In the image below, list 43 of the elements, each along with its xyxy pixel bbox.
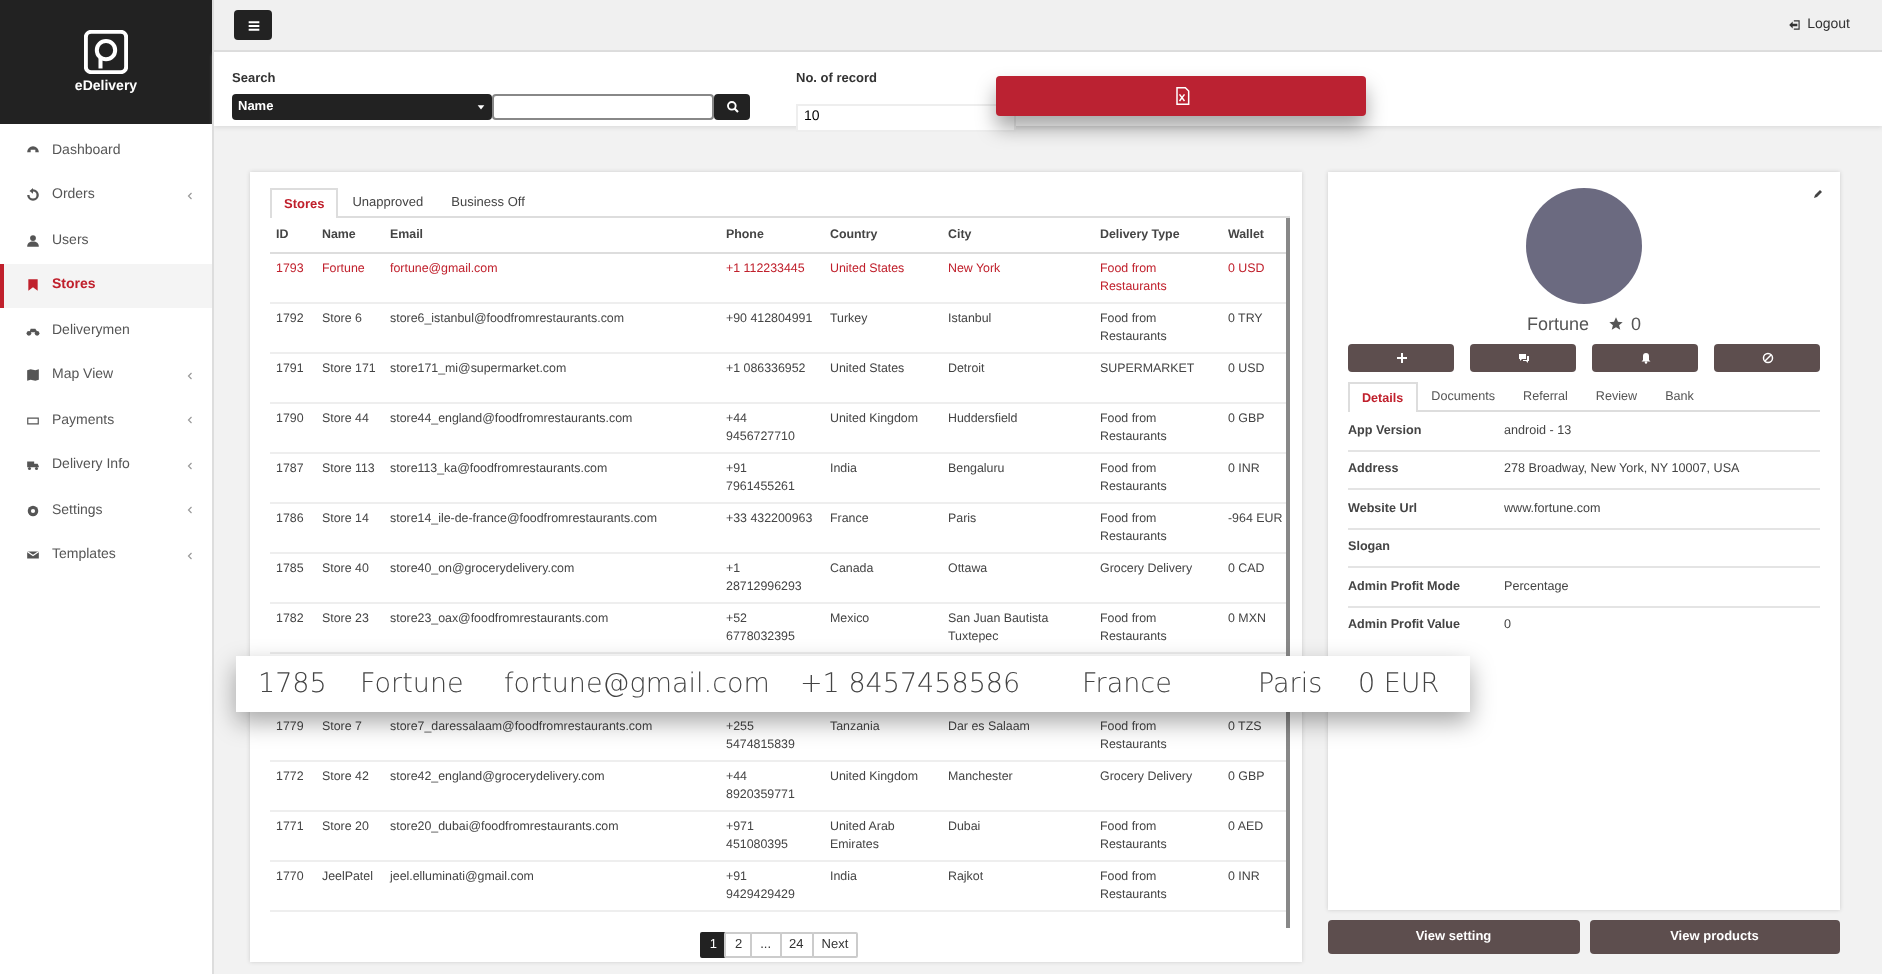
menu-button[interactable] [234,10,272,40]
highlighted-cell: fortune@gmail.com [504,668,770,700]
search-field[interactable] [492,94,714,120]
bell-button[interactable] [1592,344,1698,372]
chevron-icon [184,369,196,382]
user-icon [26,233,40,248]
history-icon [26,188,40,203]
chat-button[interactable] [1470,344,1576,372]
highlighted-cell: Paris [1258,668,1323,700]
settings-icon [26,503,40,518]
chevron-icon [184,189,196,202]
block-button[interactable] [1714,344,1820,372]
logout-icon [1787,18,1802,32]
spreadsheet-icon [1171,86,1191,106]
search-icon [725,100,739,114]
logo-icon [84,30,128,74]
chevron-icon [184,504,196,517]
highlighted-cell: Fortune [360,668,464,700]
search-button[interactable] [714,94,750,120]
highlighted-cell: France [1082,668,1172,700]
star-icon [1607,316,1623,332]
bicycle-icon [26,323,40,338]
gauge-icon [26,143,40,158]
highlighted-cell: 1785 [258,668,327,700]
block-icon [1761,352,1773,364]
chevron-icon [184,549,196,562]
truck-icon [26,458,40,473]
highlighted-cell: 0 EUR [1358,668,1440,700]
map-icon [26,368,40,383]
envelope-icon [26,548,40,563]
card-icon [26,413,40,428]
bell-icon [1639,352,1651,364]
highlighted-cell: +1 8457458586 [800,668,1021,700]
chevron-icon [184,414,196,427]
pencil-icon [1812,188,1824,200]
bookmark-icon [26,278,40,293]
chevron-icon [184,459,196,472]
rating-value: 0 [1631,314,1642,334]
store-name: Fortune [1526,314,1589,334]
chat-icon [1517,352,1529,364]
menu-icon [245,17,261,33]
plus-icon [1395,352,1407,364]
caret-icon [476,102,486,112]
